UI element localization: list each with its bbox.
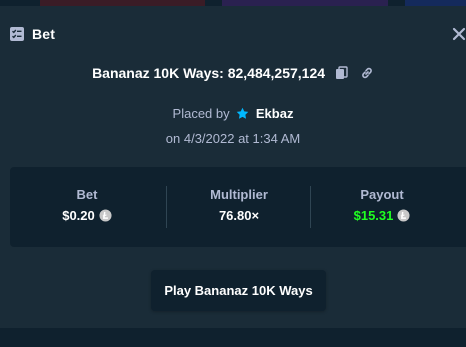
game-thumbnail-strip — [222, 0, 388, 6]
game-thumbnail-strip — [405, 0, 466, 6]
stat-multiplier: Multiplier 76.80× — [164, 167, 314, 247]
bet-timestamp: on 4/3/2022 at 1:34 AM — [165, 131, 301, 146]
bet-id-title: Bananaz 10K Ways: 82,484,257,124 — [92, 64, 326, 81]
placed-by-label: Placed by — [172, 106, 230, 121]
stat-value: $15.31 — [307, 208, 457, 223]
stat-bet: Bet $0.20 — [12, 167, 162, 247]
stat-payout: Payout $15.31 — [307, 167, 457, 247]
star-icon — [236, 107, 249, 119]
stat-value: $0.20 — [12, 208, 162, 223]
multiplier-value: 76.80× — [218, 208, 260, 223]
copy-icon[interactable] — [335, 66, 349, 80]
payout-amount: $15.31 — [353, 208, 394, 223]
background-top-strip — [0, 0, 466, 6]
game-thumbnail-strip — [40, 0, 205, 6]
bet-list-icon — [10, 27, 24, 41]
background-bottom-strip — [0, 328, 466, 347]
bet-stats-panel: Bet $0.20 Multiplier 76.80× Payout $15.3… — [10, 167, 466, 247]
stat-label: Payout — [360, 187, 404, 202]
litecoin-icon — [397, 209, 410, 222]
stat-value: 76.80× — [164, 208, 314, 223]
stat-label: Bet — [76, 187, 98, 202]
play-game-button[interactable]: Play Bananaz 10K Ways — [151, 270, 326, 311]
bet-headline: Bananaz 10K Ways: 82,484,257,124 — [0, 64, 466, 84]
close-icon[interactable] — [451, 26, 466, 42]
link-icon[interactable] — [360, 66, 374, 80]
username-link[interactable]: Ekbaz — [256, 106, 294, 121]
bet-amount: $0.20 — [62, 208, 95, 223]
modal-header: Bet — [0, 20, 466, 48]
placed-by-line: Placed by Ekbaz — [0, 106, 466, 121]
litecoin-icon — [99, 209, 112, 222]
stat-label: Multiplier — [210, 187, 268, 202]
modal-title: Bet — [32, 26, 56, 42]
